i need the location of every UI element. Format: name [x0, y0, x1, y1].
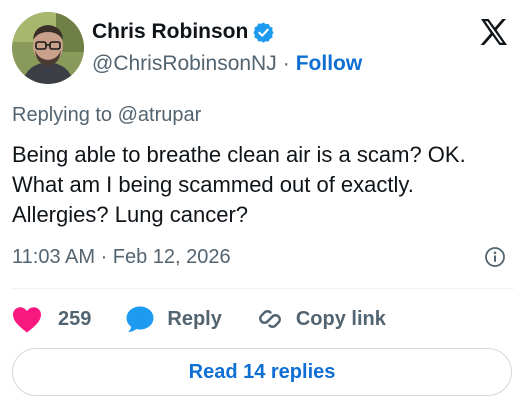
- tweet-meta: 11:03 AM · Feb 12, 2026: [12, 242, 506, 272]
- like-button[interactable]: 259: [12, 306, 91, 333]
- tweet-header: Chris Robinson @ChrisRobinsonNJ · Follow: [12, 12, 514, 84]
- avatar[interactable]: [12, 12, 84, 84]
- read-replies-label: Read 14 replies: [188, 360, 336, 383]
- likes-count: 259: [58, 307, 92, 330]
- follow-button[interactable]: Follow: [296, 52, 363, 76]
- copy-link-button[interactable]: Copy link: [256, 305, 386, 333]
- display-name[interactable]: Chris Robinson: [92, 20, 248, 44]
- timestamp[interactable]: 11:03 AM · Feb 12, 2026: [12, 246, 231, 269]
- read-replies-button[interactable]: Read 14 replies: [12, 348, 512, 396]
- action-bar: 259 Reply Copy link: [12, 302, 420, 336]
- reply-context: Replying to @atrupar: [12, 104, 202, 126]
- divider: [12, 288, 514, 289]
- x-logo-icon[interactable]: [478, 16, 510, 48]
- copy-link-label: Copy link: [295, 307, 386, 330]
- reply-label: Reply: [167, 307, 222, 330]
- tweet-text: Being able to breathe clean air is a sca…: [12, 142, 466, 227]
- handle[interactable]: @ChrisRobinsonNJ: [92, 52, 277, 76]
- verified-badge-icon: [253, 21, 274, 43]
- reply-bubble-icon: [126, 306, 154, 332]
- link-icon: [258, 310, 281, 328]
- heart-icon: [13, 306, 41, 332]
- info-icon[interactable]: [484, 246, 506, 268]
- reply-button[interactable]: Reply: [125, 305, 222, 333]
- handle-row: @ChrisRobinsonNJ · Follow: [92, 52, 362, 76]
- separator-dot: ·: [282, 52, 290, 75]
- name-row: Chris Robinson: [92, 20, 275, 44]
